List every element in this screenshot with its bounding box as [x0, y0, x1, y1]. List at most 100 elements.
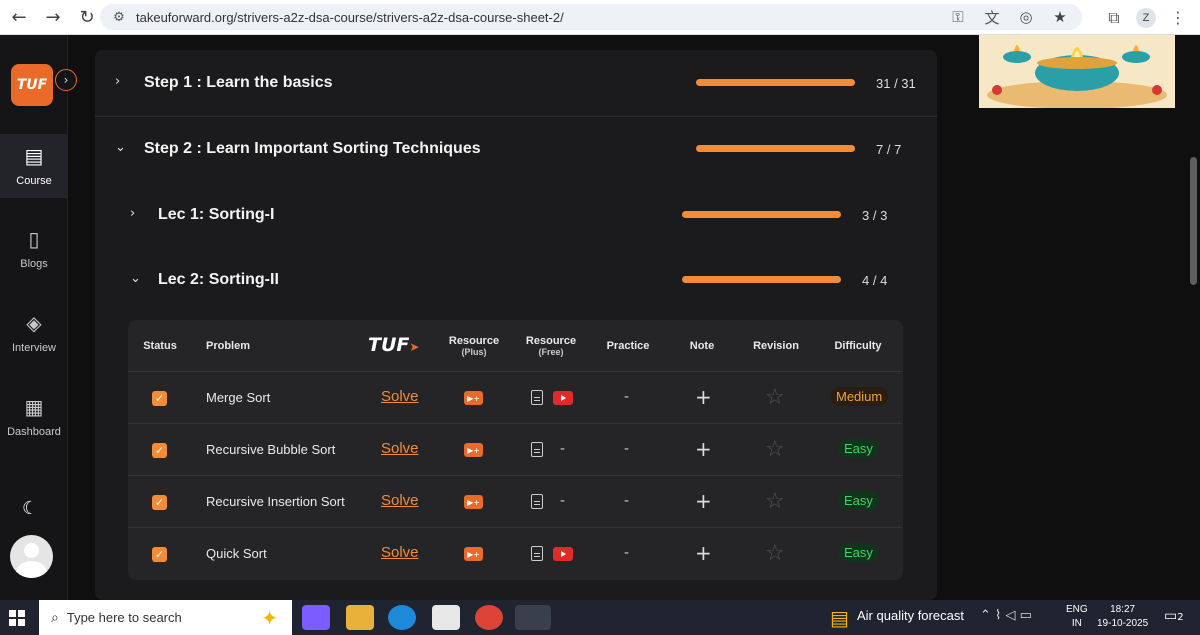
header-label: Resource	[525, 335, 577, 347]
table-row: ✓ Merge Sort Solve ▶+ - + ☆ Medium	[128, 372, 903, 424]
extensions-icon[interactable]: ⧉	[1102, 6, 1126, 30]
url-text[interactable]: takeuforward.org/strivers-a2z-dsa-course…	[136, 10, 564, 25]
interview-icon: ◈	[26, 311, 42, 335]
back-icon[interactable]: ←	[4, 2, 34, 32]
sidebar-item-label: Course	[16, 175, 52, 187]
translate-icon[interactable]: 文	[982, 7, 1002, 27]
youtube-icon[interactable]	[553, 391, 573, 405]
lecture-row[interactable]: ⌄ Lec 2: Sorting-II 4 / 4	[95, 247, 937, 313]
revision-star-icon[interactable]: ☆	[765, 437, 785, 462]
sidebar-item-course[interactable]: ▤ Course	[0, 134, 68, 198]
weather-text[interactable]: Air quality forecast	[857, 608, 964, 623]
eye-off-icon[interactable]: ◎	[1016, 7, 1036, 27]
site-settings-icon[interactable]: ⚙	[110, 8, 128, 26]
taskbar: ⌕ Type here to search ✦ ▤ Air quality fo…	[0, 600, 1200, 635]
taskbar-search[interactable]: ⌕ Type here to search ✦	[39, 600, 292, 635]
video-plus-icon[interactable]: ▶+	[464, 443, 483, 457]
bookmark-star-icon[interactable]: ★	[1050, 7, 1070, 27]
language-indicator[interactable]: ENG IN	[1066, 603, 1088, 631]
clock-date: 19-10-2025	[1097, 618, 1149, 629]
revision-star-icon[interactable]: ☆	[765, 385, 785, 410]
problem-name[interactable]: Recursive Bubble Sort	[206, 442, 335, 457]
copilot-app-icon[interactable]	[302, 605, 330, 630]
video-plus-icon[interactable]: ▶+	[464, 391, 483, 405]
article-icon[interactable]	[531, 390, 543, 405]
difficulty-badge: Easy	[838, 491, 879, 510]
difficulty-badge: Easy	[838, 543, 879, 562]
festival-banner-image	[979, 35, 1175, 108]
step-row[interactable]: ⌄ Step 2 : Learn Important Sorting Techn…	[95, 116, 937, 182]
forward-icon[interactable]: →	[38, 2, 68, 32]
progress-count: 3 / 3	[862, 208, 888, 223]
header-practice: Practice	[606, 340, 650, 352]
solve-link[interactable]: Solve	[381, 388, 419, 405]
add-note-icon[interactable]: +	[695, 437, 712, 461]
reload-icon[interactable]: ↻	[72, 2, 102, 32]
step-row[interactable]: › Step 1 : Learn the basics 31 / 31	[95, 50, 937, 117]
dark-mode-toggle-icon[interactable]: ☾	[22, 498, 38, 519]
chrome-app-icon[interactable]	[475, 605, 503, 630]
notepad-app-icon[interactable]	[432, 605, 460, 630]
chevron-down-icon[interactable]: ⌄	[115, 140, 126, 155]
chevron-right-icon[interactable]: ›	[115, 74, 120, 89]
chevron-down-icon[interactable]: ⌄	[130, 271, 141, 286]
menu-kebab-icon[interactable]: ⋮	[1166, 6, 1190, 30]
chevron-right-icon[interactable]: ›	[55, 69, 77, 91]
chrome-profile-app-icon[interactable]	[515, 605, 551, 630]
revision-star-icon[interactable]: ☆	[765, 541, 785, 566]
sidebar-item-interview[interactable]: ◈ Interview	[0, 301, 68, 365]
header-sublabel: (Free)	[538, 347, 564, 357]
article-icon[interactable]	[531, 546, 543, 561]
practice-value: -	[624, 493, 630, 509]
add-note-icon[interactable]: +	[695, 489, 712, 513]
solve-link[interactable]: Solve	[381, 544, 419, 561]
user-avatar[interactable]	[10, 535, 53, 578]
progress-bar	[682, 276, 841, 283]
password-key-icon[interactable]: ⚿	[948, 7, 968, 27]
add-note-icon[interactable]: +	[695, 541, 712, 565]
problem-name[interactable]: Merge Sort	[206, 390, 270, 405]
solve-link[interactable]: Solve	[381, 492, 419, 509]
edge-browser-icon[interactable]	[388, 605, 416, 630]
system-tray-icons[interactable]: ⌃ ⌇ ◁ ▭	[980, 608, 1032, 623]
status-checkbox[interactable]: ✓	[152, 495, 167, 510]
article-icon[interactable]	[531, 442, 543, 457]
notification-icon[interactable]: ▭2	[1164, 608, 1184, 624]
address-bar[interactable]: ⚙ takeuforward.org/strivers-a2z-dsa-cour…	[100, 4, 1082, 30]
profile-avatar[interactable]: Z	[1136, 7, 1156, 28]
youtube-icon[interactable]	[553, 547, 573, 561]
add-note-icon[interactable]: +	[695, 385, 712, 409]
clock[interactable]: 18:27 19-10-2025	[1097, 603, 1148, 631]
notification-count: 2	[1177, 612, 1184, 623]
tuf-logo[interactable]: TUF	[11, 64, 53, 106]
header-difficulty: Difficulty	[834, 340, 882, 352]
problems-table: Status Problem TUF➤ Resource (Plus) Reso…	[128, 320, 903, 580]
table-row: ✓ Quick Sort Solve ▶+ - + ☆ Easy	[128, 528, 903, 580]
status-checkbox[interactable]: ✓	[152, 391, 167, 406]
problem-name[interactable]: Quick Sort	[206, 546, 267, 561]
step-title: Step 1 : Learn the basics	[144, 74, 333, 91]
sidebar-item-dashboard[interactable]: ▦ Dashboard	[0, 385, 68, 449]
video-plus-icon[interactable]: ▶+	[464, 547, 483, 561]
progress-bar	[696, 79, 855, 86]
free-video-value: -	[560, 441, 566, 457]
lang-line2: IN	[1071, 618, 1082, 629]
windows-start-icon[interactable]	[9, 610, 25, 626]
solve-link[interactable]: Solve	[381, 440, 419, 457]
revision-star-icon[interactable]: ☆	[765, 489, 785, 514]
problem-name[interactable]: Recursive Insertion Sort	[206, 494, 345, 509]
difficulty-badge: Medium	[830, 387, 889, 406]
file-explorer-icon[interactable]	[346, 605, 374, 630]
sidebar-item-blogs[interactable]: ▯ Blogs	[0, 217, 68, 281]
status-checkbox[interactable]: ✓	[152, 547, 167, 562]
lecture-row[interactable]: › Lec 1: Sorting-I 3 / 3	[95, 182, 937, 248]
article-icon[interactable]	[531, 494, 543, 509]
video-plus-icon[interactable]: ▶+	[464, 495, 483, 509]
search-placeholder: Type here to search	[66, 610, 182, 625]
status-checkbox[interactable]: ✓	[152, 443, 167, 458]
scrollbar-thumb[interactable]	[1190, 157, 1197, 285]
chevron-right-icon[interactable]: ›	[130, 206, 135, 221]
weather-icon[interactable]: ▤	[830, 606, 849, 630]
progress-count: 31 / 31	[876, 76, 916, 91]
search-icon: ⌕	[51, 609, 59, 626]
